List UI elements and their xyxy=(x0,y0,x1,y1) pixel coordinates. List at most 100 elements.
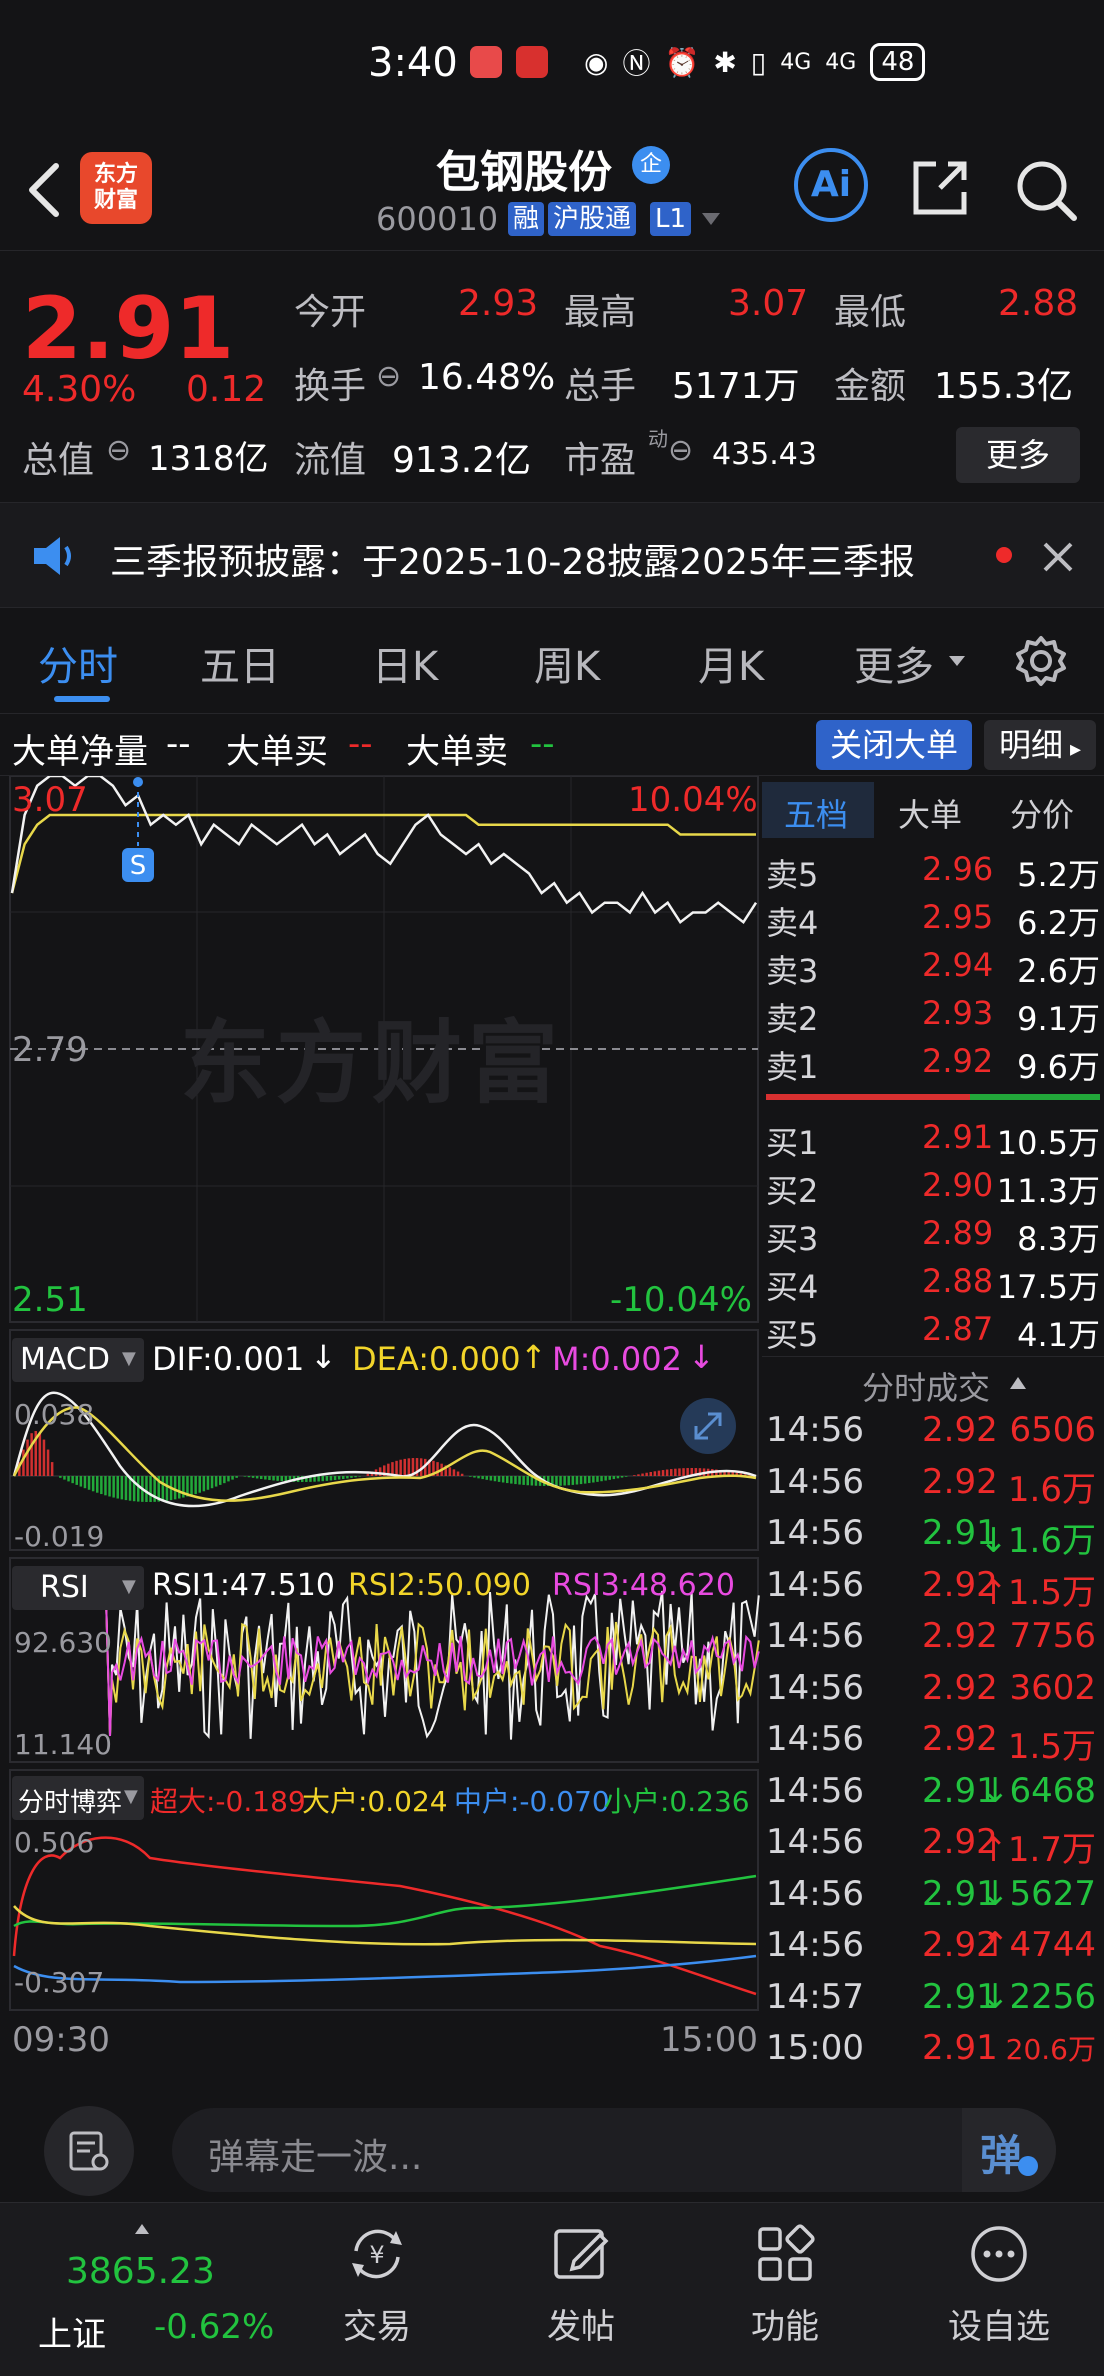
tab-five-day[interactable]: 五日 xyxy=(200,634,280,692)
macd-bar xyxy=(612,1476,616,1480)
macd-bar xyxy=(342,1476,345,1479)
ask-row: 卖2 2.93 9.1万 xyxy=(762,994,1104,1040)
macd-bar xyxy=(366,1473,370,1476)
trade-volume: 5627 xyxy=(1009,1873,1096,1914)
macd-bar xyxy=(448,1467,452,1476)
trade-volume: 20.6万 xyxy=(1005,2033,1096,2066)
trade-time: 14:56 xyxy=(766,1925,864,1965)
fund-bottom-label: -0.307 xyxy=(14,1966,105,1999)
macd-bar xyxy=(104,1476,107,1496)
nav-watchlist-label: 设自选 xyxy=(948,2307,1050,2347)
macd-bar xyxy=(260,1476,263,1479)
tab-monthly-k[interactable]: 月K xyxy=(698,634,764,692)
macd-top-label: 0.038 xyxy=(14,1398,95,1431)
tab-daily-k[interactable]: 日K xyxy=(372,634,438,692)
nav-functions[interactable]: 功能 xyxy=(710,2223,860,2348)
index-ticker[interactable]: 3865.23 上证 -0.62% xyxy=(18,2223,288,2363)
macd-bar xyxy=(555,1476,558,1486)
close-icon[interactable] xyxy=(1042,541,1074,573)
rsi-selector[interactable]: RSI ▼ xyxy=(12,1566,144,1610)
macd-bar xyxy=(173,1476,177,1500)
share-icon[interactable] xyxy=(908,156,972,220)
macd-bar xyxy=(624,1476,628,1477)
stock-name: 包钢股份 xyxy=(436,147,612,198)
macd-label: MACD xyxy=(20,1342,110,1377)
macd-bar xyxy=(481,1476,484,1480)
danmu-input[interactable]: 弹幕走一波... 弹 xyxy=(172,2108,1056,2192)
trade-row: 14:56 2.91 ↓1.6万 xyxy=(762,1513,1104,1563)
logo-text: 东方 xyxy=(93,162,138,187)
search-icon[interactable] xyxy=(1012,156,1080,224)
macd-bar xyxy=(567,1476,570,1486)
trade-row: 14:56 2.92 ↑4744 xyxy=(762,1925,1104,1975)
trade-direction-icon: ↑ xyxy=(980,1925,1010,1965)
x-start-label: 09:30 xyxy=(12,2020,110,2060)
macd-bar xyxy=(436,1462,439,1476)
nav-trade[interactable]: ¥ 交易 xyxy=(302,2223,452,2348)
macd-bar xyxy=(633,1475,636,1476)
tab-weekly-k[interactable]: 周K xyxy=(534,634,600,692)
danmu-placeholder: 弹幕走一波... xyxy=(208,2137,423,2178)
macd-bar xyxy=(247,1476,251,1478)
nav-watchlist[interactable]: 设自选 xyxy=(924,2223,1074,2348)
rsi3-line xyxy=(13,1595,760,1737)
edit-note-icon xyxy=(69,2131,109,2171)
macd-bar xyxy=(579,1476,583,1485)
chevron-down-icon[interactable] xyxy=(700,210,722,228)
change-amount: 0.12 xyxy=(186,369,267,410)
ai-button[interactable]: Ai xyxy=(794,148,868,222)
macd-bar xyxy=(149,1476,152,1502)
draft-button[interactable] xyxy=(44,2106,134,2196)
macd-bar xyxy=(456,1471,460,1476)
order-book: 卖5 2.96 5.2万 卖4 2.95 6.2万 卖3 2.94 2.6万 卖2 2.93 9… xyxy=(762,776,1104,1356)
check-badge xyxy=(1018,2156,1038,2176)
macd-bar xyxy=(358,1476,361,1477)
tab-more[interactable]: 更多 xyxy=(854,634,934,692)
change-percent: 4.30% xyxy=(22,369,137,410)
notice-bar[interactable]: 三季报预披露：于2025-10-28披露2025年三季报 xyxy=(0,502,1104,608)
macd-bar xyxy=(452,1469,456,1476)
macd-bar xyxy=(563,1476,566,1486)
down-arrow-icon: ↓ xyxy=(310,1338,337,1376)
macd-bar xyxy=(71,1476,74,1484)
battery-icon: 48 xyxy=(870,43,926,81)
macd-selector[interactable]: MACD ▼ xyxy=(12,1338,144,1382)
app-logo[interactable]: 东方 财富 xyxy=(80,152,152,224)
more-button[interactable]: 更多 xyxy=(956,427,1080,483)
ask-volume: 9.6万 xyxy=(1017,1048,1100,1086)
trade-row: 14:56 2.92 1.5万 xyxy=(762,1719,1104,1769)
trades-header[interactable]: 分时成交 xyxy=(762,1356,1104,1407)
nav-post[interactable]: 发帖 xyxy=(506,2223,656,2348)
trade-time: 14:56 xyxy=(766,1719,864,1759)
fund-flow-selector[interactable]: 分时博弈 ▼ xyxy=(12,1776,144,1820)
tab-intraday[interactable]: 分时 xyxy=(38,634,118,692)
info-icon[interactable]: ⊖ xyxy=(106,433,131,468)
trade-volume: 4744 xyxy=(1009,1925,1096,1965)
macd-bar xyxy=(83,1476,87,1489)
close-big-order-button[interactable]: 关闭大单 xyxy=(816,720,972,770)
comment-bar: 弹幕走一波... 弹 xyxy=(0,2076,1104,2202)
y-bottom-label: 2.51 xyxy=(12,1280,88,1320)
down-arrow-icon: ↓ xyxy=(688,1338,715,1376)
trade-direction-icon: ↓ xyxy=(979,1521,1008,1561)
high-value: 3.07 xyxy=(728,283,809,324)
macd-bar xyxy=(489,1476,493,1481)
info-icon[interactable]: ⊖ xyxy=(376,359,401,394)
macd-bar xyxy=(559,1476,562,1486)
fund-top-label: 0.506 xyxy=(14,1826,95,1859)
charts-svg: S xyxy=(9,776,760,2011)
trade-volume: 7756 xyxy=(1009,1616,1096,1656)
macd-bar xyxy=(210,1476,214,1489)
back-icon[interactable] xyxy=(20,160,70,220)
gear-icon[interactable] xyxy=(1014,634,1068,688)
danmu-toggle[interactable]: 弹 xyxy=(962,2108,1056,2192)
info-icon[interactable]: ⊖ xyxy=(668,433,693,468)
ask-label: 卖3 xyxy=(766,952,819,990)
macd-bar xyxy=(112,1476,115,1498)
trade-time: 14:56 xyxy=(766,1667,864,1708)
detail-button[interactable]: 明细 ▸ xyxy=(984,720,1096,770)
trade-volume: 3602 xyxy=(1009,1667,1096,1708)
chart-area[interactable]: S 东方财富 3.07 10.04% 2.79 2.51 -10.04% MAC… xyxy=(0,776,760,2076)
bid-row: 买5 2.87 4.1万 xyxy=(762,1310,1104,1356)
notice-text: 三季报预披露：于2025-10-28披露2025年三季报 xyxy=(110,542,915,583)
